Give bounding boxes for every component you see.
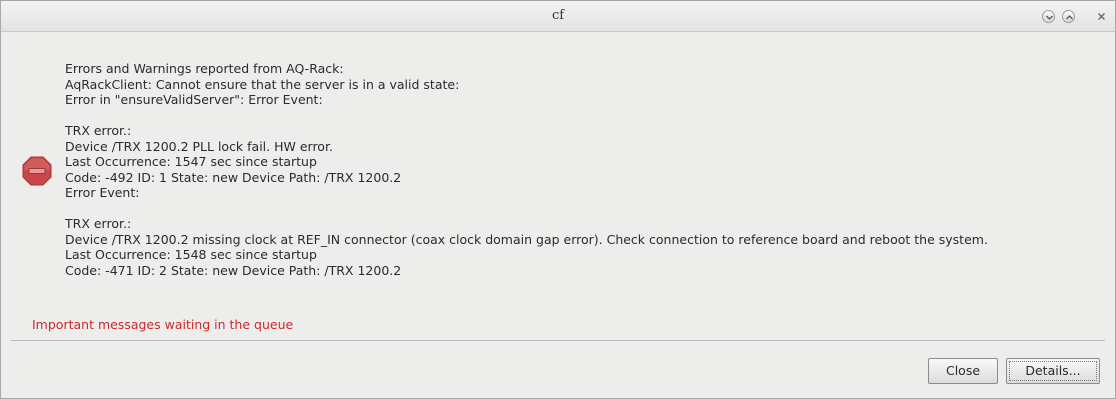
message-line: Last Occurrence: 1548 sec since startup <box>65 247 317 262</box>
message-line: Device /TRX 1200.2 missing clock at REF_… <box>65 231 988 247</box>
queue-warning: Important messages waiting in the queue <box>32 317 294 332</box>
close-button[interactable]: Close <box>928 358 998 384</box>
message-line <box>65 201 988 217</box>
title-bar[interactable]: cf <box>1 1 1115 32</box>
dialog-window: cf Errors and Warnings reported from AQ-… <box>0 0 1116 399</box>
message-line <box>65 108 988 124</box>
message-line: Code: -471 ID: 2 State: new Device Path:… <box>65 262 402 278</box>
message-line: AqRackClient: Cannot ensure that the ser… <box>65 76 460 92</box>
message-line: Last Occurrence: 1547 sec since startup <box>65 154 317 169</box>
message-line: Errors and Warnings reported from AQ-Rac… <box>65 61 344 76</box>
message-line: Device /TRX 1200.2 PLL lock fail. HW err… <box>65 138 333 154</box>
message-line: Error Event: <box>65 185 140 200</box>
message-line: Error in "ensureValidServer": Error Even… <box>65 92 323 107</box>
error-message: Errors and Warnings reported from AQ-Rac… <box>65 61 988 278</box>
maximize-button[interactable] <box>1062 10 1075 23</box>
window-title: cf <box>551 8 565 23</box>
close-window-button[interactable] <box>1095 10 1108 23</box>
close-button-label: Close <box>945 363 981 378</box>
details-button[interactable]: Details... <box>1006 358 1100 384</box>
message-line: TRX error.: <box>65 216 132 231</box>
close-icon <box>1098 13 1105 20</box>
divider <box>11 340 1105 341</box>
dialog-content: Errors and Warnings reported from AQ-Rac… <box>1 32 1115 339</box>
message-line: TRX error.: <box>65 123 132 138</box>
chevron-up-icon <box>1066 15 1073 20</box>
minimize-button[interactable] <box>1042 10 1055 23</box>
message-line: Code: -492 ID: 1 State: new Device Path:… <box>65 169 402 185</box>
chevron-down-icon <box>1046 15 1053 20</box>
focus-ring <box>1009 361 1097 381</box>
stop-icon <box>22 156 52 186</box>
